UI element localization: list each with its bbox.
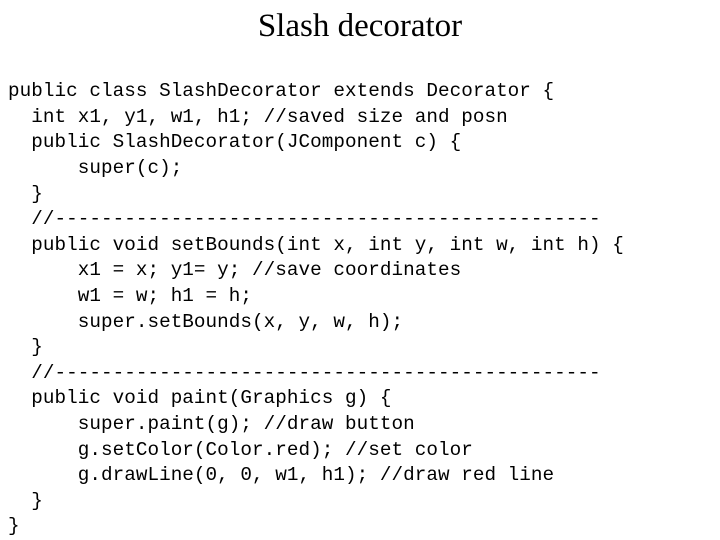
code-block: public class SlashDecorator extends Deco… bbox=[8, 79, 720, 540]
code-line: w1 = w; h1 = h; bbox=[8, 285, 253, 308]
code-line: super(c); bbox=[8, 157, 183, 180]
code-line: g.setColor(Color.red); //set color bbox=[8, 438, 473, 461]
page-title: Slash decorator bbox=[257, 8, 463, 44]
code-line: } bbox=[8, 182, 43, 205]
code-line: } bbox=[8, 489, 43, 512]
code-line: super.paint(g); //draw button bbox=[8, 413, 415, 436]
code-line-separator: //--------------------------------------… bbox=[8, 361, 601, 384]
slide-canvas: Slash decorator public class SlashDecora… bbox=[0, 0, 720, 540]
code-line-separator: //--------------------------------------… bbox=[8, 208, 601, 231]
code-line: public void paint(Graphics g) { bbox=[8, 387, 392, 410]
code-line: } bbox=[8, 336, 43, 359]
code-line: public void setBounds(int x, int y, int … bbox=[8, 233, 624, 256]
code-line: int x1, y1, w1, h1; //saved size and pos… bbox=[8, 105, 508, 128]
code-line: super.setBounds(x, y, w, h); bbox=[8, 310, 404, 333]
code-line: public SlashDecorator(JComponent c) { bbox=[8, 131, 462, 154]
code-line: g.drawLine(0, 0, w1, h1); //draw red lin… bbox=[8, 464, 555, 487]
code-line: x1 = x; y1= y; //save coordinates bbox=[8, 259, 462, 282]
code-line: public class SlashDecorator extends Deco… bbox=[8, 80, 555, 103]
code-line: } bbox=[8, 515, 20, 538]
